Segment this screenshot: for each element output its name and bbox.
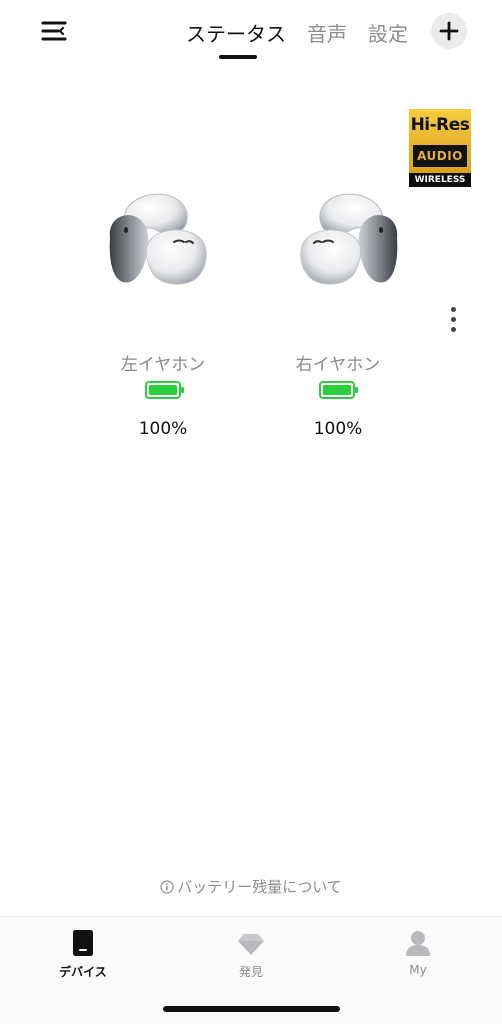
left-earbud-label: 左イヤホン [120, 355, 206, 375]
add-device-button[interactable] [431, 13, 467, 49]
tab-bar: ステータス 音声 設定 [0, 14, 502, 64]
nav-devices-label: デバイス [59, 965, 107, 979]
nav-devices[interactable]: デバイス [28, 929, 138, 985]
left-earbud-image [109, 193, 207, 285]
more-options-button[interactable] [446, 305, 462, 335]
left-battery-fill [149, 385, 177, 395]
nav-my[interactable]: My [363, 929, 473, 985]
active-tab-indicator [219, 55, 257, 59]
person-icon [406, 931, 430, 956]
tab-settings[interactable]: 設定 [368, 18, 408, 47]
tab-audio[interactable]: 音声 [307, 18, 347, 47]
battery-info-text: バッテリー残量について [177, 878, 342, 896]
diamond-icon [238, 934, 264, 955]
left-battery-percentage: 100% [138, 419, 188, 439]
hi-res-audio-wireless-logo: Hi-Res AUDIO WIRELESS [409, 109, 471, 187]
nav-discover[interactable]: 発見 [196, 929, 306, 985]
right-battery-icon [319, 381, 358, 399]
tab-status[interactable]: ステータス [186, 18, 286, 47]
info-circle-icon [160, 880, 174, 894]
plus-icon [439, 21, 459, 41]
left-battery-icon [145, 381, 184, 399]
right-battery-percentage: 100% [313, 419, 363, 439]
hi-res-logo-line3: WIRELESS [414, 175, 466, 185]
nav-my-label: My [409, 963, 427, 977]
right-battery-fill [323, 385, 351, 395]
nav-discover-label: 発見 [238, 965, 263, 979]
battery-info-link[interactable]: バッテリー残量について [0, 876, 502, 897]
right-earbud-label: 右イヤホン [295, 355, 381, 375]
hi-res-logo-line1: Hi-Res [410, 115, 470, 135]
right-earbud-image [300, 193, 398, 285]
device-icon [73, 930, 93, 956]
home-indicator [163, 1006, 340, 1012]
hi-res-logo-line2: AUDIO [413, 145, 467, 167]
